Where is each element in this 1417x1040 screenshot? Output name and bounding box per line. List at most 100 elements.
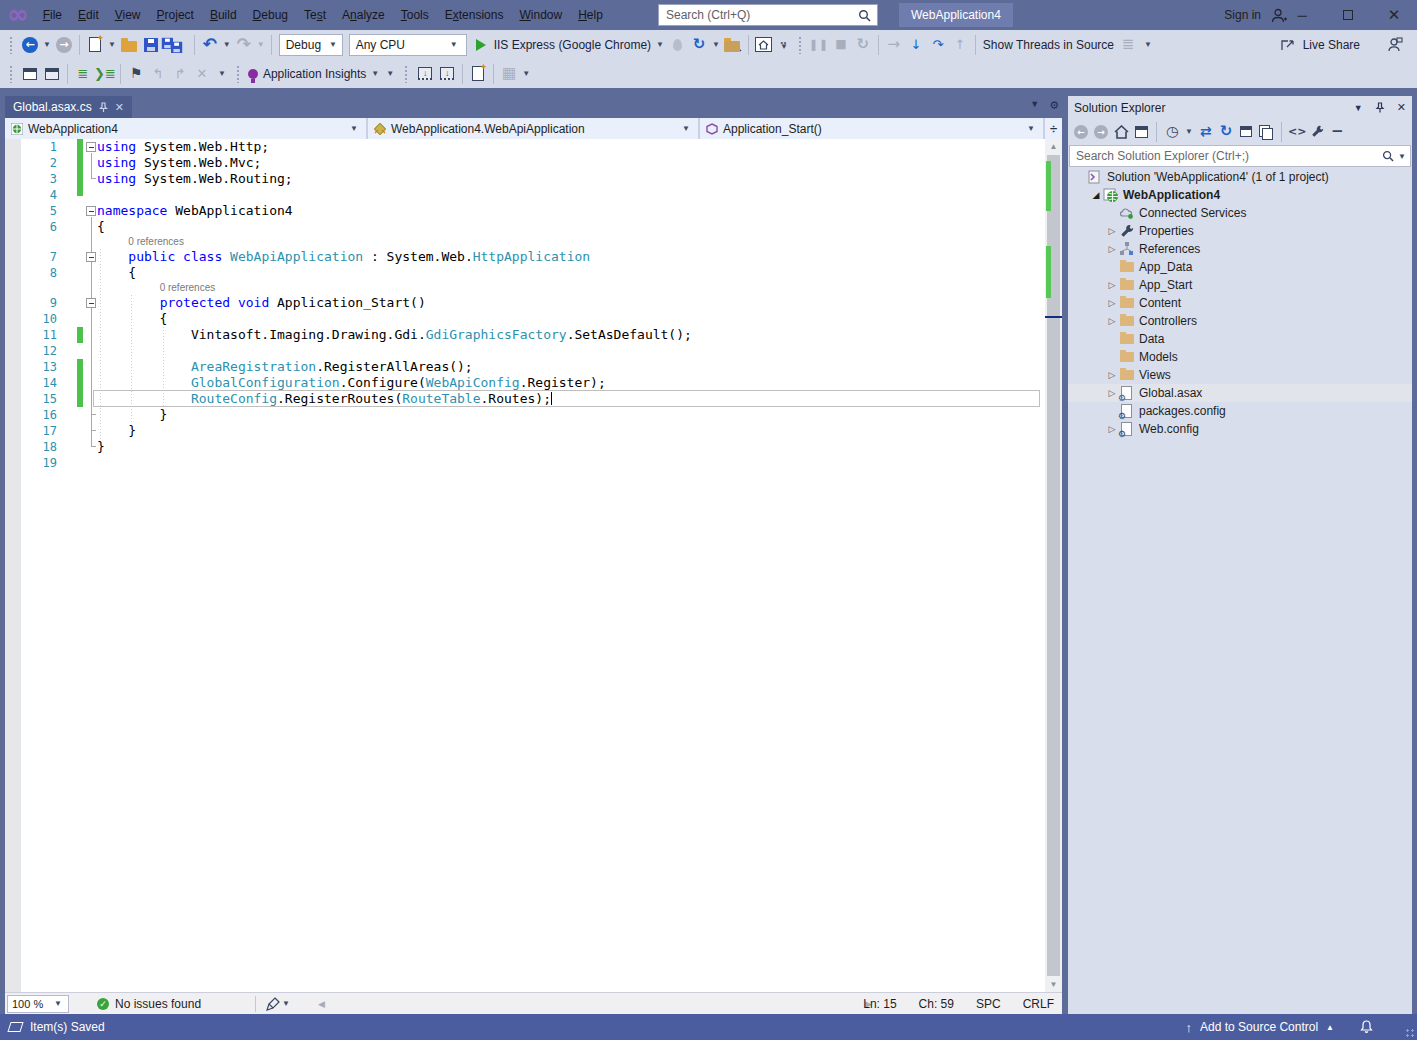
- switch-views-icon[interactable]: [1132, 120, 1150, 144]
- solution-configurations-combo[interactable]: Debug▼: [279, 34, 343, 56]
- collapse-arrow-icon[interactable]: ◢: [1089, 190, 1103, 200]
- add-to-source-control-button[interactable]: Add to Source Control: [1200, 1020, 1318, 1034]
- line-indicator[interactable]: Ln: 15: [863, 997, 896, 1011]
- code-line-19[interactable]: 19: [5, 455, 1045, 471]
- show-all-files-icon[interactable]: [1257, 120, 1275, 144]
- threads-list-icon[interactable]: ≣: [1117, 33, 1139, 57]
- code-line-17[interactable]: 17 }: [5, 423, 1045, 439]
- codelens-references[interactable]: 0 references: [5, 281, 1045, 295]
- expand-arrow-icon[interactable]: ▷: [1105, 424, 1119, 434]
- close-panel-icon[interactable]: ✕: [1397, 101, 1406, 114]
- restart-button[interactable]: ↻: [852, 33, 874, 57]
- hscroll-left-icon[interactable]: ◀: [318, 999, 325, 1009]
- toolbar-grip[interactable]: [404, 65, 409, 83]
- menu-help[interactable]: Help: [570, 0, 611, 30]
- scroll-up-icon[interactable]: ▲: [1045, 139, 1062, 154]
- se-forward-icon[interactable]: →: [1092, 120, 1110, 144]
- code-editor[interactable]: 1using System.Web.Http;2using System.Web…: [5, 139, 1062, 992]
- menu-extensions[interactable]: Extensions: [437, 0, 512, 30]
- code-cleanup-dropdown[interactable]: ▼: [282, 999, 290, 1008]
- sign-in-link[interactable]: Sign in: [1224, 8, 1261, 22]
- code-line-7[interactable]: 7 public class WebApiApplication : Syste…: [5, 249, 1045, 265]
- source-control-dropdown[interactable]: ▲: [1326, 1023, 1334, 1032]
- expand-arrow-icon[interactable]: ▷: [1105, 226, 1119, 236]
- tree-item-controllers[interactable]: ▷Controllers: [1068, 312, 1412, 330]
- nav-member-combo[interactable]: Application_Start() ▼: [700, 118, 1043, 139]
- format-selection-icon[interactable]: ❯≣: [94, 62, 116, 86]
- new-file-dropdown[interactable]: ▼: [108, 40, 116, 49]
- toggle-bookmark-icon[interactable]: ⚑: [125, 62, 147, 86]
- toolbar-grip[interactable]: [236, 65, 241, 83]
- navigate-forward-button[interactable]: →: [53, 33, 75, 57]
- solution-explorer-search[interactable]: Search Solution Explorer (Ctrl+;) ▼: [1069, 145, 1411, 167]
- close-tab-icon[interactable]: ✕: [115, 101, 124, 114]
- sync-with-active-document-icon[interactable]: ⇄: [1197, 120, 1215, 144]
- toolbar-grip[interactable]: [798, 36, 803, 54]
- collapse-all-icon[interactable]: [1237, 120, 1255, 144]
- toolbar-grip[interactable]: [9, 36, 14, 54]
- publish-icon[interactable]: [467, 62, 489, 86]
- notifications-bell-icon[interactable]: [1360, 1020, 1373, 1034]
- fold-collapse-icon[interactable]: [86, 206, 96, 216]
- navigate-back-window-icon[interactable]: [19, 62, 41, 86]
- column-indicator[interactable]: Ch: 59: [919, 997, 954, 1011]
- code-line-4[interactable]: 4: [5, 187, 1045, 203]
- pin-icon[interactable]: [99, 102, 108, 113]
- eol-indicator[interactable]: CRLF: [1023, 997, 1054, 1011]
- refresh-button[interactable]: ↻: [688, 33, 710, 57]
- commit-icon[interactable]: ↓: [436, 62, 458, 86]
- code-line-2[interactable]: 2using System.Web.Mvc;: [5, 155, 1045, 171]
- toolbar-overflow[interactable]: ▼: [1142, 43, 1154, 47]
- stop-button[interactable]: ■: [830, 33, 852, 57]
- undo-dropdown[interactable]: ▼: [223, 40, 231, 49]
- expand-arrow-icon[interactable]: ▷: [1105, 244, 1119, 254]
- menu-analyze[interactable]: Analyze: [334, 0, 393, 30]
- split-editor-button[interactable]: ÷: [1045, 118, 1062, 139]
- tree-item-content[interactable]: ▷Content: [1068, 294, 1412, 312]
- step-return-icon[interactable]: ↑: [949, 33, 971, 57]
- menu-project[interactable]: Project: [149, 0, 202, 30]
- solution-platforms-combo[interactable]: Any CPU▼: [349, 34, 467, 56]
- zoom-level-combo[interactable]: 100 %▼: [7, 995, 69, 1013]
- fold-collapse-icon[interactable]: [86, 142, 96, 152]
- start-debugging-button[interactable]: IIS Express (Google Chrome): [491, 38, 654, 52]
- expand-arrow-icon[interactable]: ▷: [1105, 388, 1119, 398]
- step-over-icon[interactable]: →: [883, 33, 905, 57]
- tree-item-data[interactable]: Data: [1068, 330, 1412, 348]
- editor-options-gear-icon[interactable]: ⚙: [1049, 99, 1059, 112]
- feedback-icon[interactable]: [1387, 37, 1403, 52]
- previous-bookmark-icon[interactable]: ↰: [147, 62, 169, 86]
- toolbar-grip[interactable]: [9, 65, 14, 83]
- tree-item-solution-webapplication4-1-of-1-project[interactable]: Solution 'WebApplication4' (1 of 1 proje…: [1068, 168, 1412, 186]
- home-button[interactable]: [753, 33, 775, 57]
- window-list-icon[interactable]: [41, 62, 63, 86]
- tree-item-properties[interactable]: ▷Properties: [1068, 222, 1412, 240]
- solution-explorer-titlebar[interactable]: Solution Explorer ▼ ✕: [1068, 96, 1412, 119]
- code-line-13[interactable]: 13 AreaRegistration.RegisterAllAreas();: [5, 359, 1045, 375]
- menu-build[interactable]: Build: [202, 0, 245, 30]
- code-line-3[interactable]: 3using System.Web.Routing;: [5, 171, 1045, 187]
- run-target-dropdown[interactable]: ▼: [656, 40, 664, 49]
- application-insights-button[interactable]: Application Insights: [260, 67, 369, 81]
- code-line-9[interactable]: 9 protected void Application_Start(): [5, 295, 1045, 311]
- se-back-icon[interactable]: ←: [1072, 120, 1090, 144]
- add-to-source-control-icon[interactable]: ↓: [414, 62, 436, 86]
- tree-item-views[interactable]: ▷Views: [1068, 366, 1412, 384]
- code-line-10[interactable]: 10 {: [5, 311, 1045, 327]
- pending-changes-filter-icon[interactable]: ◷: [1163, 120, 1181, 144]
- se-home-icon[interactable]: [1112, 120, 1130, 144]
- save-all-button[interactable]: [162, 33, 190, 57]
- space-indicator[interactable]: SPC: [976, 997, 1001, 1011]
- view-code-icon[interactable]: <>: [1288, 120, 1306, 144]
- vertical-scrollbar[interactable]: ▲ ▼: [1045, 139, 1062, 992]
- menu-test[interactable]: Test: [296, 0, 334, 30]
- save-button[interactable]: [140, 33, 162, 57]
- toolbar-overflow[interactable]: ▼: [384, 72, 396, 76]
- document-dropdown-icon[interactable]: ▼: [1030, 99, 1039, 112]
- tree-item-references[interactable]: ▷References: [1068, 240, 1412, 258]
- expand-arrow-icon[interactable]: ▷: [1105, 370, 1119, 380]
- next-bookmark-icon[interactable]: ↱: [169, 62, 191, 86]
- code-line-8[interactable]: 8 {: [5, 265, 1045, 281]
- tree-item-global-asax[interactable]: ▷⚙Global.asax: [1068, 384, 1412, 402]
- toolbar-overflow[interactable]: ▼: [522, 69, 530, 78]
